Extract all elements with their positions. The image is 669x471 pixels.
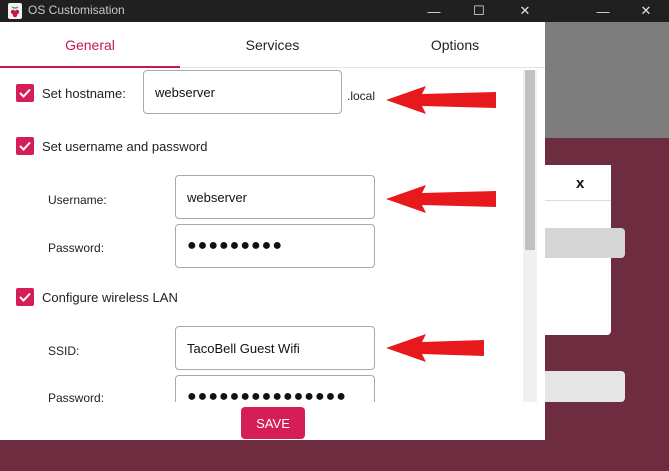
wlan-password-label: Password: — [48, 391, 105, 402]
user-password-label: Password: — [48, 241, 105, 255]
background-button[interactable] — [545, 228, 625, 258]
background-bottom-strip — [0, 440, 545, 471]
set-hostname-label: Set hostname: — [42, 86, 126, 101]
tab-bar: General Services Options — [0, 22, 545, 68]
background-close-button[interactable]: ✕ — [623, 0, 669, 22]
set-hostname-checkbox[interactable] — [16, 84, 34, 102]
minimize-button[interactable]: — — [411, 0, 457, 22]
check-icon — [19, 292, 31, 302]
ssid-label: SSID: — [48, 344, 80, 358]
scrollbar[interactable] — [523, 70, 537, 402]
username-input[interactable]: webserver — [175, 175, 375, 219]
check-icon — [19, 141, 31, 151]
hostname-input[interactable]: webserver — [143, 70, 342, 114]
set-username-password-checkbox[interactable] — [16, 137, 34, 155]
user-password-input[interactable]: ●●●●●●●●● — [175, 224, 375, 268]
red-arrow-icon — [386, 86, 496, 114]
scrollbar-thumb[interactable] — [525, 70, 535, 250]
tab-general[interactable]: General — [0, 22, 180, 68]
raspberry-pi-icon — [8, 3, 22, 19]
background-dialog-close-button[interactable]: x — [576, 175, 584, 192]
background-button[interactable] — [545, 371, 625, 402]
configure-wlan-checkbox[interactable] — [16, 288, 34, 306]
check-icon — [19, 88, 31, 98]
ssid-input[interactable]: TacoBell Guest Wifi — [175, 326, 375, 370]
background-header-area — [545, 22, 669, 138]
save-button[interactable]: SAVE — [241, 407, 305, 439]
close-button[interactable]: ✕ — [502, 0, 548, 22]
configure-wlan-label: Configure wireless LAN — [42, 290, 178, 305]
window-title: OS Customisation — [28, 3, 125, 17]
tab-services[interactable]: Services — [180, 22, 365, 68]
hostname-suffix: .local — [347, 89, 376, 103]
tab-options[interactable]: Options — [365, 22, 545, 68]
username-label: Username: — [48, 193, 107, 207]
background-minimize-button[interactable]: — — [580, 0, 626, 22]
red-arrow-icon — [386, 334, 484, 362]
maximize-button[interactable]: ☐ — [456, 0, 502, 22]
wlan-password-input[interactable]: ●●●●●●●●●●●●●●● — [175, 375, 375, 402]
set-username-password-label: Set username and password — [42, 139, 208, 154]
active-tab-indicator — [0, 66, 180, 68]
red-arrow-icon — [386, 185, 496, 213]
